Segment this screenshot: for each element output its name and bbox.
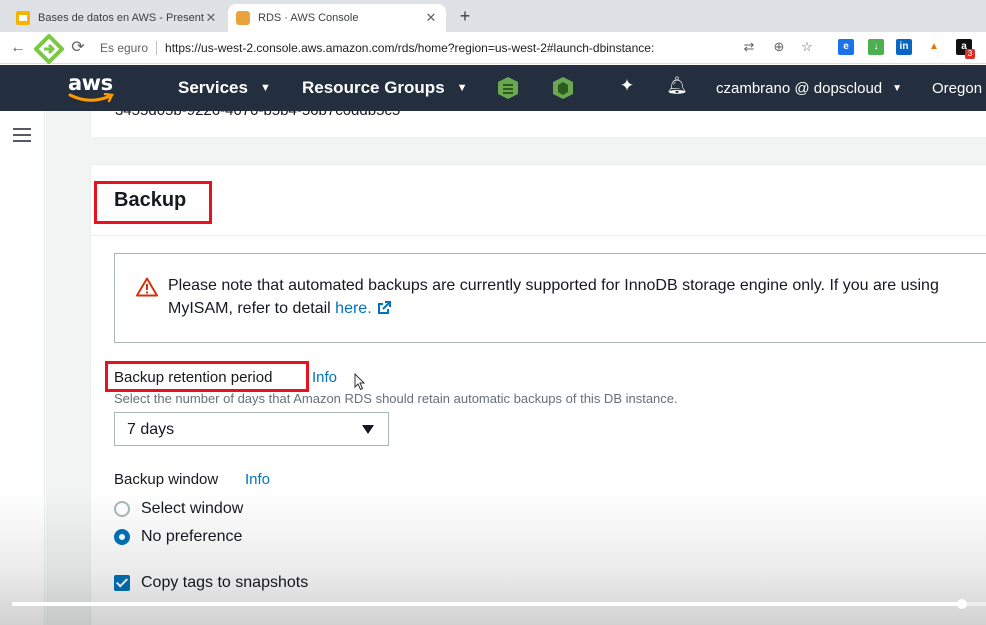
hamburger-menu-icon[interactable]: [13, 128, 31, 142]
browser-tab-strip: Bases de datos en AWS - Present ✕ RDS · …: [0, 0, 986, 32]
lambda-shortcut-icon[interactable]: [497, 76, 519, 100]
url-text[interactable]: https://us-west-2.console.aws.amazon.com…: [165, 41, 654, 55]
resource-groups-menu[interactable]: Resource Groups ▼: [302, 78, 468, 98]
linkedin-icon[interactable]: in: [896, 39, 912, 55]
google-slides-icon: [16, 11, 30, 25]
close-icon[interactable]: ✕: [424, 10, 438, 26]
tab-rds[interactable]: RDS · AWS Console ✕: [228, 4, 446, 32]
checkbox-label: Copy tags to snapshots: [141, 574, 309, 591]
backup-window-label: Backup window: [114, 471, 219, 488]
drive-icon[interactable]: ▲: [926, 39, 942, 55]
back-arrow-icon[interactable]: ←: [8, 38, 28, 58]
ec2-shortcut-icon[interactable]: [552, 76, 574, 100]
retention-description: Select the number of days that Amazon RD…: [114, 391, 678, 406]
retention-label: Backup retention period: [114, 369, 273, 386]
account-menu[interactable]: czambrano @ dopscloud ▼: [716, 80, 902, 97]
alert-message: Please note that automated backups are c…: [168, 274, 978, 320]
mouse-cursor-icon: [354, 373, 366, 391]
warning-icon: [136, 277, 158, 297]
star-icon[interactable]: ☆: [798, 38, 816, 56]
radio-button-selected[interactable]: [114, 529, 130, 545]
retention-info-link[interactable]: Info: [312, 369, 337, 386]
browser-toolbar: ← ⟳ Es eguro https://us-west-2.console.a…: [0, 32, 986, 64]
retention-selected-value: 7 days: [127, 421, 175, 438]
pin-icon[interactable]: ✦: [616, 76, 638, 96]
reload-icon[interactable]: ⟳: [68, 38, 88, 58]
tab-title: Bases de datos en AWS - Present: [38, 12, 204, 24]
aws-smile-icon: [68, 93, 114, 103]
services-menu[interactable]: Services ▼: [178, 78, 271, 98]
chevron-down-icon: ▼: [892, 83, 903, 94]
tab-title: RDS · AWS Console: [258, 12, 359, 24]
bell-icon[interactable]: 🔔︎: [666, 76, 688, 96]
resource-groups-label: Resource Groups: [302, 78, 445, 97]
radio-label: No preference: [141, 528, 243, 545]
security-indicator[interactable]: Es eguro: [100, 41, 148, 55]
address-bar[interactable]: Es eguro https://us-west-2.console.aws.a…: [100, 36, 830, 60]
divider: [156, 41, 158, 55]
extension-icon[interactable]: e: [838, 39, 854, 55]
radio-no-preference[interactable]: No preference: [114, 528, 242, 546]
previous-section-card: 3455d05b-9226-4070-b5b4-56b7c0ddb5c5: [90, 111, 986, 137]
copy-tags-checkbox[interactable]: [114, 575, 130, 591]
backup-window-info-link[interactable]: Info: [245, 471, 270, 488]
radio-label: Select window: [141, 500, 244, 517]
extension-badge: 3: [965, 49, 975, 59]
video-progress-fill: [12, 602, 962, 606]
aws-logo[interactable]: aws: [68, 71, 118, 105]
caret-down-icon: [362, 425, 374, 434]
account-name: czambrano @ dopscloud: [716, 80, 883, 97]
here-link[interactable]: here.: [335, 300, 371, 317]
services-label: Services: [178, 78, 248, 97]
region-selector[interactable]: Oregon: [932, 80, 982, 97]
alert-text: Please note that automated backups are c…: [168, 277, 939, 317]
aws-navigation-bar: aws Services ▼ Resource Groups ▼ ✦ 🔔︎ cz…: [0, 65, 986, 111]
aws-cube-icon: [236, 11, 250, 25]
section-title: Backup: [114, 189, 187, 211]
side-navigation-rail: [0, 111, 45, 625]
chevron-down-icon: ▼: [259, 82, 271, 94]
channel-logo-icon: [34, 34, 64, 64]
radio-button[interactable]: [114, 501, 130, 517]
retention-period-select[interactable]: 7 days: [114, 412, 389, 446]
chevron-down-icon: ▼: [456, 82, 468, 94]
external-link-icon[interactable]: [377, 300, 392, 315]
tab-slides[interactable]: Bases de datos en AWS - Present ✕: [8, 4, 226, 32]
copy-tags-option[interactable]: Copy tags to snapshots: [114, 574, 308, 592]
aws-logo-text: aws: [68, 71, 113, 95]
translate-icon[interactable]: ⇄: [740, 38, 758, 56]
divider: [90, 235, 986, 236]
video-scrubber-handle[interactable]: [956, 599, 967, 609]
close-icon[interactable]: ✕: [204, 10, 218, 26]
download-extension-icon[interactable]: ↓: [868, 39, 884, 55]
zoom-icon[interactable]: ⊕: [770, 38, 788, 56]
video-progress-bar[interactable]: [12, 599, 986, 609]
radio-select-window[interactable]: Select window: [114, 500, 243, 518]
new-tab-button[interactable]: +: [455, 6, 475, 27]
clipped-id-text: 3455d05b-9226-4070-b5b4-56b7c0ddb5c5: [115, 111, 400, 119]
